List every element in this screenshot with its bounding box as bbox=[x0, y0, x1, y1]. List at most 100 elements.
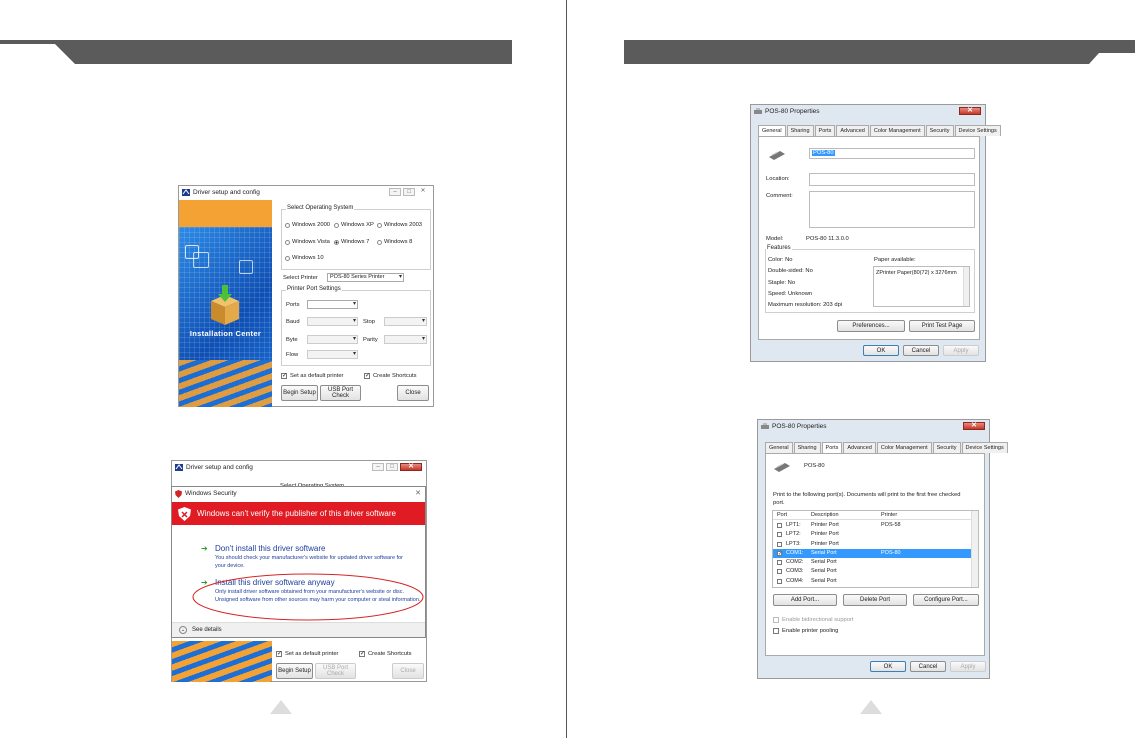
os-option-windows-8[interactable]: Windows 8 bbox=[377, 239, 412, 245]
cancel-button[interactable]: Cancel bbox=[910, 661, 946, 672]
begin-setup-button[interactable]: Begin Setup bbox=[276, 663, 313, 679]
maximize-button[interactable]: □ bbox=[386, 463, 398, 471]
tab-ports[interactable]: Ports bbox=[821, 442, 843, 453]
os-option-windows-2000[interactable]: Windows 2000 bbox=[285, 222, 330, 228]
tab-sharing[interactable]: Sharing bbox=[786, 125, 814, 136]
ports-combo[interactable] bbox=[307, 300, 358, 309]
close-window-button[interactable]: ✕ bbox=[959, 107, 981, 115]
create-shortcuts-label: Create Shortcuts bbox=[373, 373, 417, 379]
usb-port-check-button[interactable]: USB Port Check bbox=[315, 663, 356, 679]
tab-device-settings[interactable]: Device Settings bbox=[961, 442, 1008, 453]
os-option-windows-2003[interactable]: Windows 2003 bbox=[377, 222, 422, 228]
maximize-button[interactable]: □ bbox=[403, 188, 415, 196]
port-checkbox[interactable] bbox=[777, 532, 782, 538]
cancel-button[interactable]: Cancel bbox=[903, 345, 939, 356]
create-shortcuts-checkbox[interactable]: ✓ Create Shortcuts bbox=[359, 651, 412, 657]
default-printer-checkbox[interactable]: ✓ Set as default printer bbox=[281, 373, 344, 379]
print-test-page-button[interactable]: Print Test Page bbox=[909, 320, 975, 332]
tab-color-management[interactable]: Color Management bbox=[876, 442, 932, 453]
col-port-header[interactable]: Port bbox=[777, 512, 787, 518]
pooling-checkbox[interactable]: Enable printer pooling bbox=[773, 628, 838, 634]
port-checkbox[interactable] bbox=[777, 578, 782, 584]
port-checkbox[interactable]: ✓ bbox=[777, 550, 782, 556]
tab-general[interactable]: General bbox=[758, 125, 786, 136]
location-field[interactable] bbox=[809, 173, 975, 186]
see-details-label: See details bbox=[192, 627, 222, 633]
col-description-header[interactable]: Description bbox=[811, 512, 839, 518]
port-row[interactable]: LPT2: Printer Port bbox=[773, 530, 972, 539]
tab-color-management[interactable]: Color Management bbox=[869, 125, 925, 136]
pooling-label: Enable printer pooling bbox=[782, 628, 839, 634]
ok-button[interactable]: OK bbox=[863, 345, 899, 356]
minimize-button[interactable]: – bbox=[389, 188, 401, 196]
printer-name-value: POS-80 bbox=[812, 150, 835, 156]
byte-combo[interactable] bbox=[307, 335, 358, 344]
port-row[interactable]: COM2: Serial Port bbox=[773, 558, 972, 567]
port-row[interactable]: COM4: Serial Port bbox=[773, 577, 972, 586]
baud-combo[interactable] bbox=[307, 317, 358, 326]
os-option-windows-10[interactable]: Windows 10 bbox=[285, 255, 324, 261]
close-button[interactable]: Close bbox=[392, 663, 424, 679]
tab-device-settings[interactable]: Device Settings bbox=[954, 125, 1001, 136]
port-checkbox[interactable] bbox=[777, 560, 782, 566]
col-printer-header[interactable]: Printer bbox=[881, 512, 897, 518]
parity-combo[interactable] bbox=[384, 335, 427, 344]
apply-button[interactable]: Apply bbox=[950, 661, 986, 672]
ok-button[interactable]: OK bbox=[870, 661, 906, 672]
configure-port-button[interactable]: Configure Port... bbox=[913, 594, 979, 606]
paper-list[interactable]: ZPrinter Paper(80(72) x 3276mm bbox=[873, 266, 970, 307]
close-window-button[interactable]: ✕ bbox=[400, 463, 422, 471]
select-printer-combo[interactable]: POS-80 Series Printer bbox=[327, 273, 404, 282]
port-list-scrollbar[interactable] bbox=[971, 511, 978, 587]
os-option-label: Windows 8 bbox=[384, 239, 413, 245]
os-option-windows-vista[interactable]: Windows Vista bbox=[285, 239, 330, 245]
comment-field[interactable] bbox=[809, 191, 975, 228]
stop-combo[interactable] bbox=[384, 317, 427, 326]
tab-security[interactable]: Security bbox=[925, 125, 954, 136]
tab-advanced[interactable]: Advanced bbox=[836, 125, 869, 136]
tab-security[interactable]: Security bbox=[932, 442, 961, 453]
preferences-button[interactable]: Preferences... bbox=[837, 320, 905, 332]
close-window-button[interactable]: ✕ bbox=[963, 422, 985, 430]
port-row[interactable]: ✓ COM1: Serial Port POS-80 bbox=[773, 548, 972, 559]
port-row[interactable]: LPT1: Printer Port POS-58 bbox=[773, 521, 972, 530]
printer-name-field[interactable]: POS-80 bbox=[809, 148, 975, 159]
port-checkbox[interactable] bbox=[777, 541, 782, 547]
bidirectional-checkbox[interactable]: Enable bidirectional support bbox=[773, 617, 854, 623]
feature-speed: Speed: Unknown bbox=[768, 291, 813, 297]
close-button[interactable]: Close bbox=[397, 385, 429, 401]
green-arrow-icon: ➔ bbox=[201, 544, 208, 553]
scrollbar[interactable] bbox=[963, 267, 969, 306]
flow-combo[interactable] bbox=[307, 350, 358, 359]
os-option-label: Windows 7 bbox=[341, 239, 370, 245]
port-row[interactable]: LPT3: Printer Port bbox=[773, 540, 972, 549]
right-header-bar bbox=[624, 40, 1135, 64]
create-shortcuts-checkbox[interactable]: ✓ Create Shortcuts bbox=[364, 373, 417, 379]
back-window-buttons: – □ ✕ bbox=[372, 463, 422, 471]
close-window-button[interactable]: ✕ bbox=[417, 188, 429, 196]
tab-ports[interactable]: Ports bbox=[814, 125, 836, 136]
tab-general[interactable]: General bbox=[765, 442, 793, 453]
tab-sharing[interactable]: Sharing bbox=[793, 442, 821, 453]
port-checkbox[interactable] bbox=[777, 523, 782, 528]
properties-general-window: POS-80 Properties ✕ General Sharing Port… bbox=[750, 104, 1001, 362]
os-option-windows-xp[interactable]: Windows XP bbox=[334, 222, 374, 228]
port-cell: COM3: bbox=[786, 568, 804, 575]
tab-advanced[interactable]: Advanced bbox=[843, 442, 876, 453]
see-details-bar[interactable]: ⌄ See details bbox=[172, 622, 425, 637]
port-row[interactable]: COM3: Serial Port bbox=[773, 567, 972, 576]
port-checkbox[interactable] bbox=[777, 569, 782, 575]
default-printer-checkbox[interactable]: ✓ Set as default printer bbox=[276, 651, 339, 657]
general-tab-panel: POS-80 Location: Comment: Model: POS-80 … bbox=[758, 136, 980, 340]
delete-port-button[interactable]: Delete Port bbox=[843, 594, 907, 606]
os-option-windows-7[interactable]: Windows 7 bbox=[334, 239, 369, 245]
usb-port-check-button[interactable]: USB Port Check bbox=[320, 385, 361, 401]
os-option-label: Windows 2000 bbox=[292, 222, 331, 228]
begin-setup-button[interactable]: Begin Setup bbox=[281, 385, 318, 401]
security-close-button[interactable]: ✕ bbox=[415, 489, 421, 497]
dont-install-option[interactable]: ➔ Don't install this driver software You… bbox=[201, 544, 416, 570]
os-option-label: Windows 10 bbox=[292, 255, 324, 261]
add-port-button[interactable]: Add Port... bbox=[773, 594, 837, 606]
apply-button[interactable]: Apply bbox=[943, 345, 979, 356]
minimize-button[interactable]: – bbox=[372, 463, 384, 471]
